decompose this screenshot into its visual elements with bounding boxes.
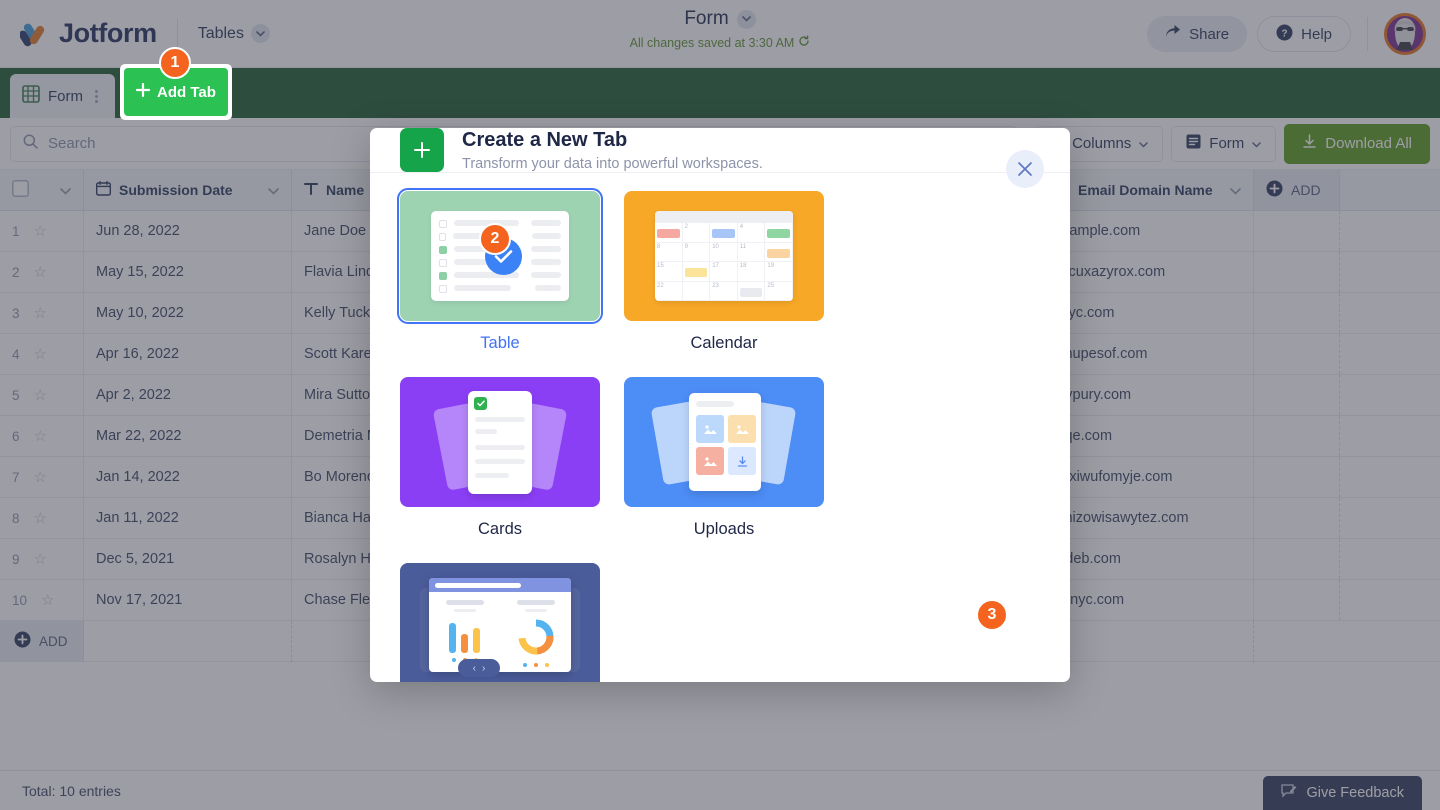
modal-title: Create a New Tab bbox=[462, 128, 628, 151]
calendar-cell bbox=[682, 262, 711, 282]
calendar-cell: 23 bbox=[710, 281, 738, 301]
tab-type-label: Cards bbox=[477, 520, 522, 538]
calendar-cell bbox=[765, 223, 793, 243]
add-tab-label: Add Tab bbox=[157, 83, 216, 101]
close-icon[interactable] bbox=[1006, 150, 1044, 188]
create-new-tab-modal: Create a New Tab Transform your data int… bbox=[370, 128, 1070, 682]
calendar-cell: 10 bbox=[710, 242, 738, 262]
calendar-cell: 17 bbox=[710, 262, 738, 282]
tab-type-calendar[interactable]: 2 4 8 9 10 11 15 17 18 19 22 23 25 Calendar bbox=[624, 191, 824, 353]
tab-type-cards[interactable]: Cards bbox=[400, 377, 600, 539]
calendar-cell: 18 bbox=[737, 262, 766, 282]
tab-type-uploads[interactable]: Uploads bbox=[624, 377, 824, 539]
tab-type-table[interactable]: Table bbox=[397, 188, 603, 353]
table-illustration bbox=[397, 188, 603, 324]
calendar-cell: 11 bbox=[737, 242, 766, 262]
calendar-cell: 4 bbox=[737, 223, 766, 243]
step-badge-3: 3 bbox=[976, 599, 1008, 631]
modal-title-block: Create a New Tab Transform your data int… bbox=[462, 129, 763, 172]
modal-subtitle: Transform your data into powerful worksp… bbox=[462, 155, 763, 172]
calendar-cell: 22 bbox=[655, 281, 683, 301]
plus-icon bbox=[135, 82, 151, 101]
tab-type-label: Uploads bbox=[693, 520, 755, 538]
calendar-cell: 2 bbox=[682, 223, 711, 243]
calendar-cell: 19 bbox=[765, 262, 793, 282]
calendar-cell bbox=[682, 281, 711, 301]
calendar-cell: 8 bbox=[655, 242, 683, 262]
tab-type-grid: Table 2 4 8 9 10 11 15 17 18 19 22 23 25 Calendar bbox=[397, 188, 1040, 682]
calendar-cell: 25 bbox=[765, 281, 793, 301]
chevron-left-icon: ‹ bbox=[472, 662, 476, 674]
cards-illustration bbox=[400, 377, 600, 507]
calendar-cell: 15 bbox=[655, 262, 683, 282]
calendar-cell bbox=[655, 223, 683, 243]
calendar-cell bbox=[710, 223, 738, 243]
modal-header: Create a New Tab Transform your data int… bbox=[370, 128, 1070, 188]
step-badge-1: 1 bbox=[159, 47, 191, 79]
chevron-right-icon: › bbox=[482, 662, 486, 674]
calendar-cell: 9 bbox=[682, 242, 711, 262]
calendar-illustration: 2 4 8 9 10 11 15 17 18 19 22 23 25 bbox=[624, 191, 824, 321]
modal-body: Table 2 4 8 9 10 11 15 17 18 19 22 23 25 Calendar bbox=[370, 172, 1070, 682]
tab-type-reports[interactable]: ‹ › Reports bbox=[400, 563, 600, 682]
modal-plus-icon bbox=[400, 128, 444, 172]
report-nav-arrows: ‹ › bbox=[458, 659, 500, 677]
calendar-cell bbox=[765, 242, 793, 262]
step-badge-2: 2 bbox=[479, 223, 511, 255]
tab-type-label: Calendar bbox=[690, 334, 758, 352]
tab-type-label: Table bbox=[480, 334, 520, 352]
uploads-illustration bbox=[624, 377, 824, 507]
calendar-cell bbox=[737, 281, 766, 301]
reports-illustration: ‹ › bbox=[400, 563, 600, 682]
